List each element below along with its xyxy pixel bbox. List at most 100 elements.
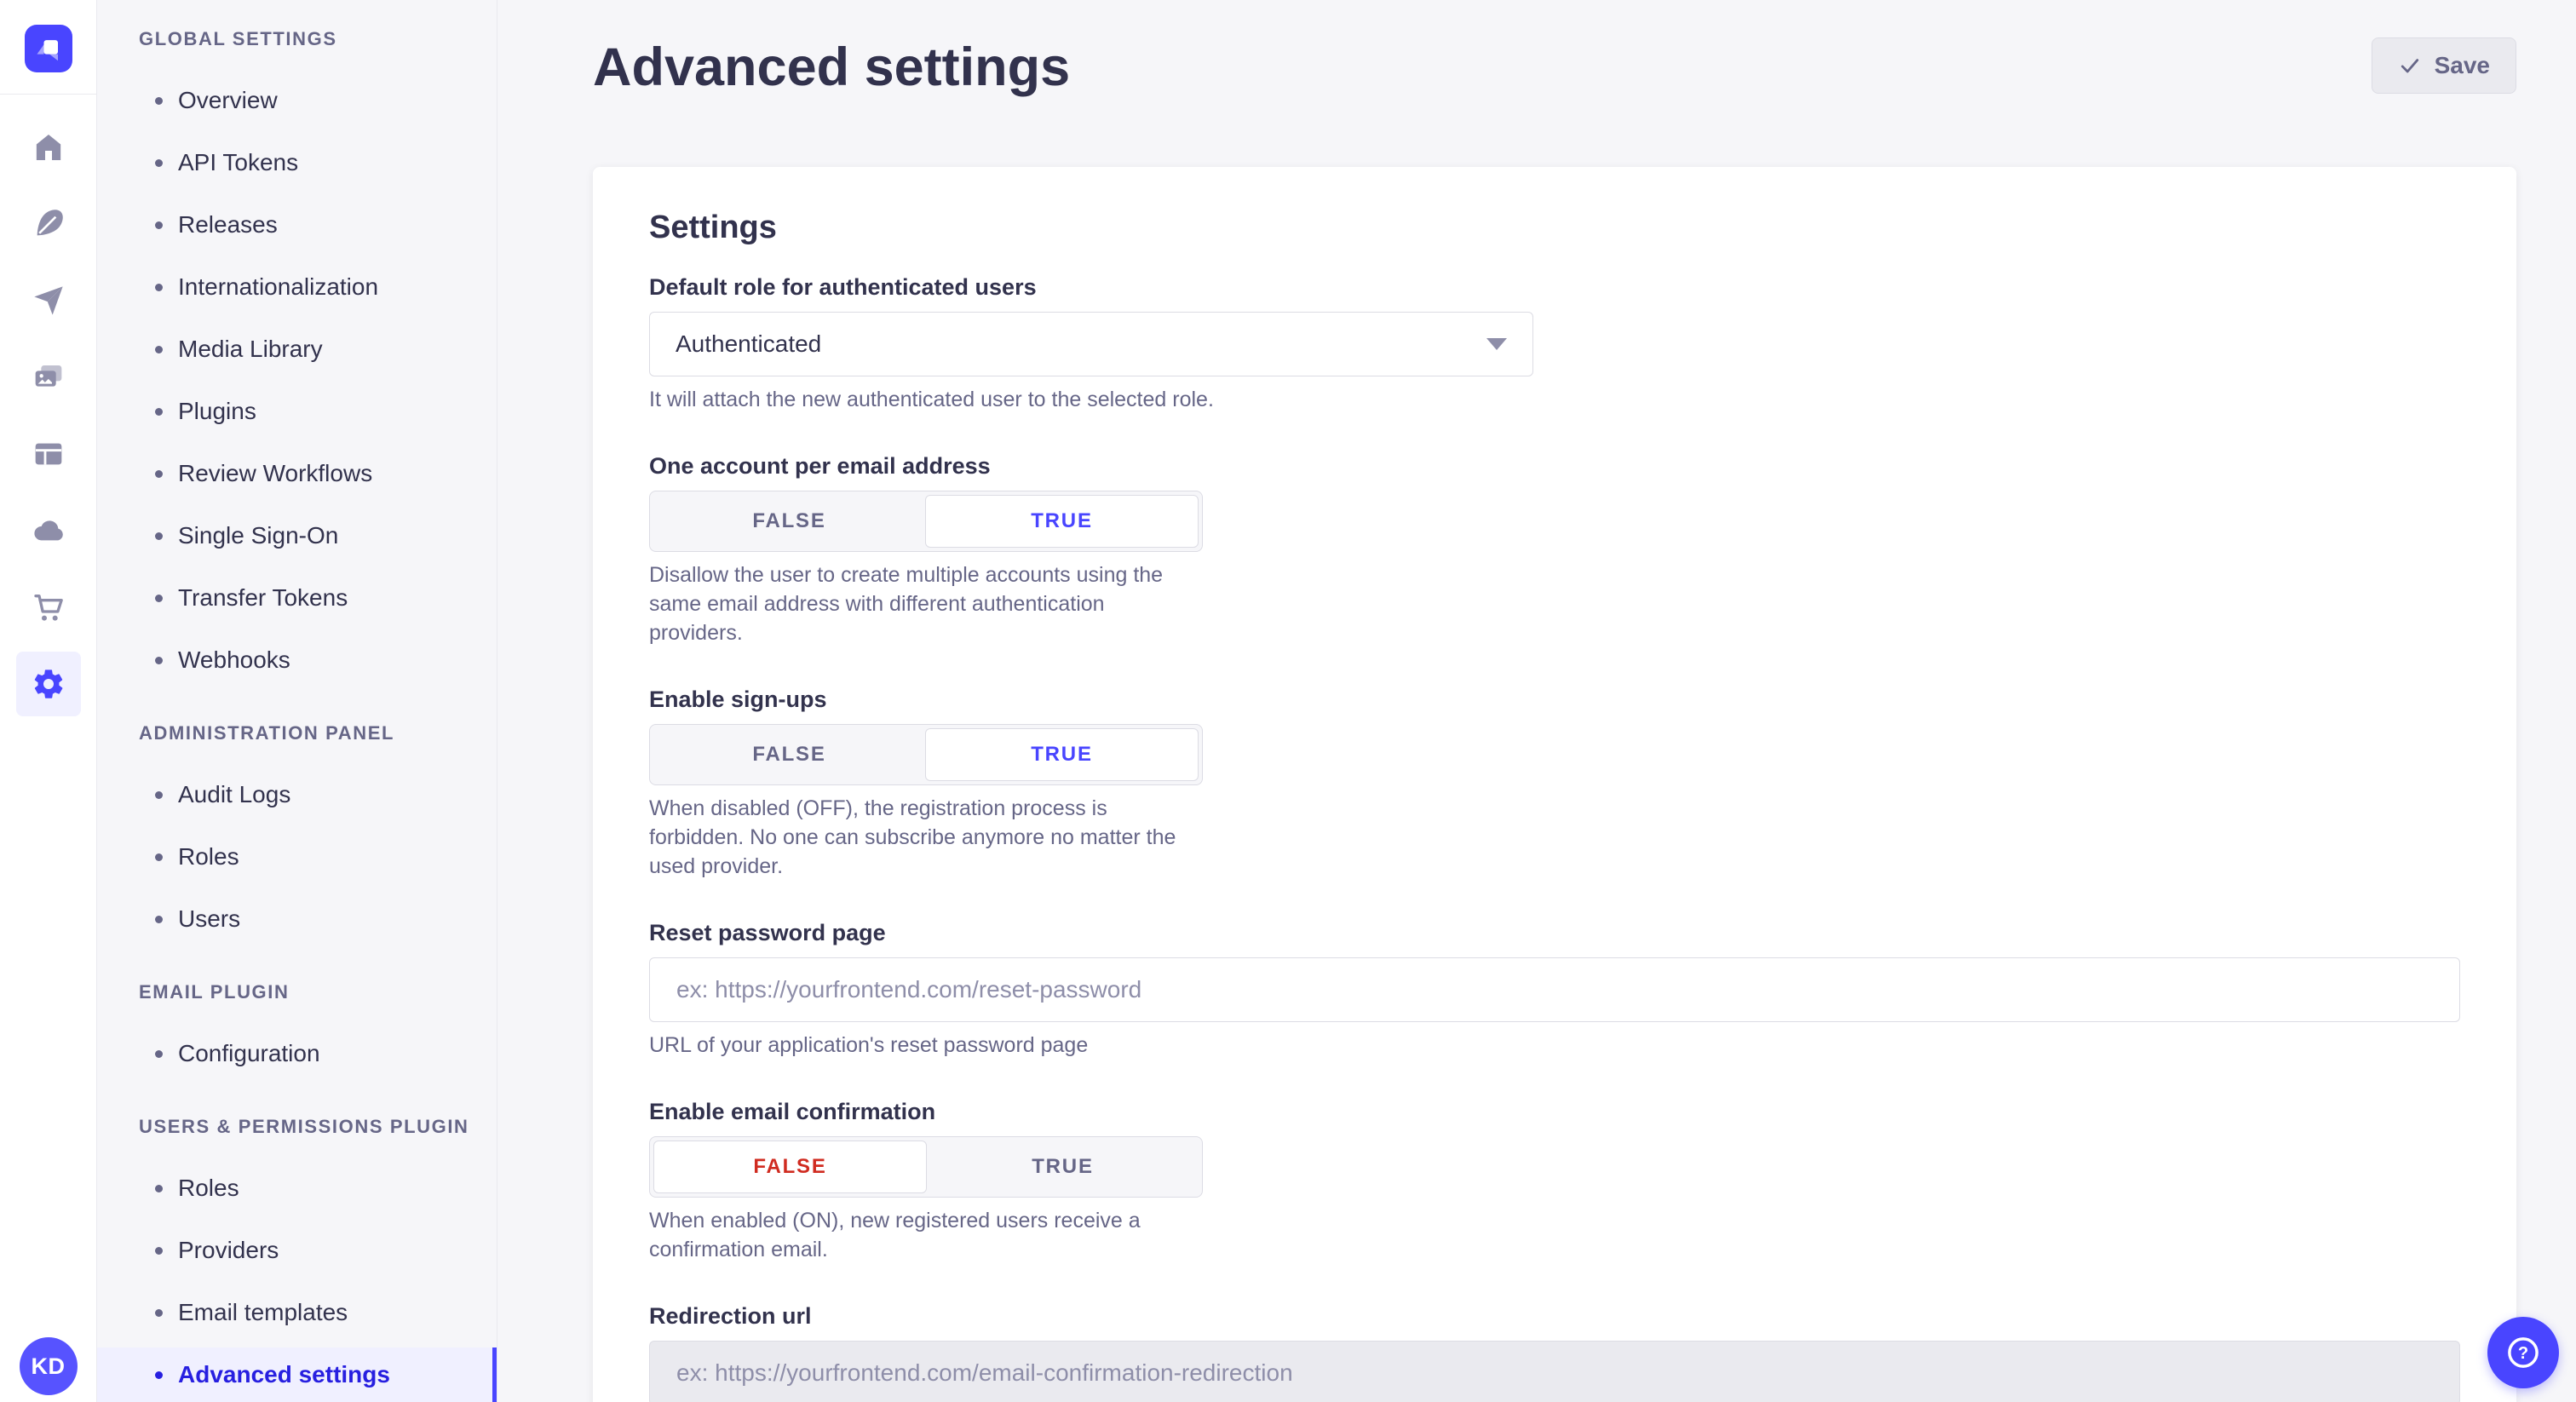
subnav-list: Configuration <box>97 1026 497 1081</box>
subnav-section: ADMINISTRATION PANELAudit LogsRolesUsers <box>97 721 497 946</box>
email-confirmation-hint: When enabled (ON), new registered users … <box>649 1206 1203 1264</box>
subnav-section-title: GLOBAL SETTINGS <box>139 27 497 51</box>
sidebar-item-providers[interactable]: Providers <box>97 1223 497 1278</box>
home-button[interactable] <box>25 124 72 171</box>
one-account-label: One account per email address <box>649 451 2460 480</box>
sidebar-item-label: API Tokens <box>178 149 298 176</box>
cloud-icon <box>32 514 66 548</box>
bullet-icon <box>155 657 163 664</box>
subnav-section: GLOBAL SETTINGS Overview API Tokens Release… <box>97 27 497 687</box>
reset-password-label: Reset password page <box>649 918 2460 947</box>
bullet-icon <box>155 853 163 861</box>
sidebar-item-internationalization[interactable]: Internationalization <box>97 260 497 314</box>
main-area: Advanced settings Save Settings Default … <box>497 0 2576 1402</box>
subnav-section: EMAIL PLUGINConfiguration <box>97 980 497 1081</box>
bullet-icon <box>155 595 163 602</box>
default-role-value: Authenticated <box>676 330 821 358</box>
sidebar-item-label: Media Library <box>178 336 323 363</box>
sidebar-item-webhooks[interactable]: Webhooks <box>97 633 497 687</box>
sidebar-item-label: Overview <box>178 87 278 114</box>
sidebar-item-label: Roles <box>178 1175 239 1202</box>
one-account-hint: Disallow the user to create multiple acc… <box>649 560 1203 647</box>
sidebar-item-label: Roles <box>178 843 239 871</box>
email-confirmation-toggle: FALSE TRUE <box>649 1136 1203 1198</box>
strapi-logo-button[interactable] <box>25 25 72 72</box>
default-role-hint: It will attach the new authenticated use… <box>649 385 2460 414</box>
sidebar-item-label: Releases <box>178 211 278 238</box>
bullet-icon <box>155 1185 163 1192</box>
deploy-button[interactable] <box>25 277 72 325</box>
feather-icon <box>32 207 66 241</box>
user-avatar[interactable]: KD <box>20 1337 78 1395</box>
sidebar-item-email-templates[interactable]: Email templates <box>97 1285 497 1340</box>
sign-ups-option-true[interactable]: TRUE <box>925 728 1199 781</box>
subnav-section: USERS & PERMISSIONS PLUGIN Roles Providers… <box>97 1115 497 1402</box>
sidebar-item-configuration[interactable]: Configuration <box>97 1026 497 1081</box>
sidebar-item-label: Transfer Tokens <box>178 584 348 612</box>
cloud-button[interactable] <box>25 507 72 554</box>
bullet-icon <box>155 791 163 799</box>
icon-rail: KD <box>0 0 97 1402</box>
page-title: Advanced settings <box>593 37 1070 97</box>
bullet-icon <box>155 470 163 478</box>
sidebar-item-label: Configuration <box>178 1040 320 1067</box>
sidebar-item-api-tokens[interactable]: API Tokens <box>97 135 497 190</box>
help-button[interactable]: ? <box>2487 1317 2559 1388</box>
paper-plane-icon <box>32 284 66 318</box>
sidebar-item-media-library[interactable]: Media Library <box>97 322 497 376</box>
reset-password-input[interactable] <box>649 957 2460 1022</box>
strapi-logo-icon <box>30 30 67 67</box>
redirection-url-label: Redirection url <box>649 1301 2460 1330</box>
one-account-option-true[interactable]: TRUE <box>925 495 1199 548</box>
sidebar-item-plugins[interactable]: Plugins <box>97 384 497 439</box>
bullet-icon <box>155 284 163 291</box>
media-library-button[interactable] <box>25 353 72 401</box>
sidebar-item-overview[interactable]: Overview <box>97 73 497 128</box>
save-button[interactable]: Save <box>2372 37 2516 94</box>
one-account-toggle: FALSE TRUE <box>649 491 1203 552</box>
subnav-section-title: USERS & PERMISSIONS PLUGIN <box>139 1115 497 1139</box>
sidebar-item-audit-logs[interactable]: Audit Logs <box>97 767 497 822</box>
bullet-icon <box>155 346 163 353</box>
sidebar-item-roles[interactable]: Roles <box>97 1161 497 1215</box>
bullet-icon <box>155 1309 163 1317</box>
reset-password-hint: URL of your application's reset password… <box>649 1031 2460 1060</box>
question-mark-icon: ? <box>2504 1333 2543 1372</box>
chevron-down-icon <box>1486 338 1507 350</box>
bullet-icon <box>155 159 163 167</box>
page-header: Advanced settings Save <box>497 0 2576 97</box>
content-builder-button[interactable] <box>25 200 72 248</box>
sidebar-item-label: Email templates <box>178 1299 348 1326</box>
home-icon <box>32 130 66 164</box>
one-account-option-false[interactable]: FALSE <box>653 495 925 548</box>
check-icon <box>2398 54 2422 78</box>
sidebar-item-review-workflows[interactable]: Review Workflows <box>97 446 497 501</box>
one-account-field: One account per email address FALSE TRUE… <box>649 451 2460 647</box>
sign-ups-label: Enable sign-ups <box>649 685 2460 714</box>
subnav-list: Roles Providers Email templates Advanced se… <box>97 1161 497 1402</box>
default-role-select[interactable]: Authenticated <box>649 312 1533 376</box>
sidebar-item-advanced-settings[interactable]: Advanced settings <box>97 1347 497 1402</box>
sidebar-item-single-sign-on[interactable]: Single Sign-On <box>97 509 497 563</box>
sign-ups-option-false[interactable]: FALSE <box>653 728 925 781</box>
sign-ups-hint: When disabled (OFF), the registration pr… <box>649 794 1203 881</box>
bullet-icon <box>155 221 163 229</box>
subnav-sections: GLOBAL SETTINGS Overview API Tokens Release… <box>97 27 497 1402</box>
sidebar-item-users[interactable]: Users <box>97 892 497 946</box>
email-confirmation-option-false[interactable]: FALSE <box>653 1141 927 1193</box>
content-manager-button[interactable] <box>25 430 72 478</box>
email-confirmation-option-true[interactable]: TRUE <box>927 1141 1199 1193</box>
redirection-url-field: Redirection url <box>649 1301 2460 1402</box>
redirection-url-input[interactable] <box>649 1341 2460 1402</box>
sidebar-item-transfer-tokens[interactable]: Transfer Tokens <box>97 571 497 625</box>
page-content: Settings Default role for authenticated … <box>497 167 2576 1402</box>
reset-password-field: Reset password page URL of your applicat… <box>649 918 2460 1060</box>
settings-button[interactable] <box>16 652 81 716</box>
subnav-list: Overview API Tokens Releases Internationali… <box>97 73 497 687</box>
marketplace-button[interactable] <box>25 583 72 631</box>
sidebar-item-releases[interactable]: Releases <box>97 198 497 252</box>
bullet-icon <box>155 1371 163 1379</box>
email-confirmation-field: Enable email confirmation FALSE TRUE Whe… <box>649 1097 2460 1264</box>
default-role-label: Default role for authenticated users <box>649 273 2460 302</box>
sidebar-item-roles[interactable]: Roles <box>97 830 497 884</box>
